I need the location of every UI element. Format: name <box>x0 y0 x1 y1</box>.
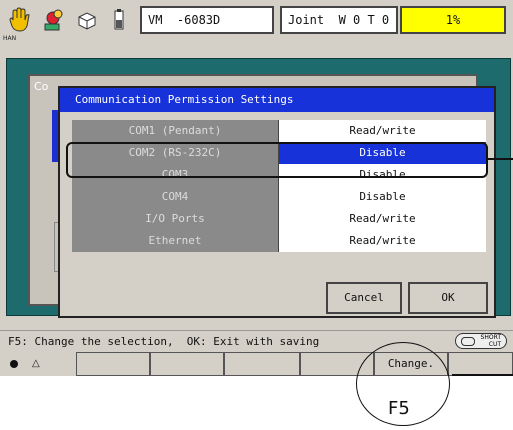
table-row[interactable]: COM4 Disable <box>72 186 486 208</box>
robot-arm-icon[interactable] <box>40 6 66 34</box>
table-row[interactable]: COM1 (Pendant) Read/write <box>72 120 486 142</box>
shortcut-button[interactable]: SHORT CUT <box>455 333 507 349</box>
f3-key[interactable] <box>224 352 300 376</box>
permission-value[interactable]: Read/write <box>278 230 486 252</box>
table-row[interactable]: I/O Ports Read/write <box>72 208 486 230</box>
pendant-screen: HAN VM -6083D Joint W 0 T 0 1% Co Commun… <box>0 0 513 376</box>
record-dot-icon <box>10 360 18 368</box>
callout-leader-line <box>452 374 513 376</box>
table-row[interactable]: Ethernet Read/write <box>72 230 486 252</box>
battery-icon[interactable] <box>106 6 132 34</box>
cancel-button[interactable]: Cancel <box>326 282 402 314</box>
annotation-leader-line <box>488 158 513 160</box>
f6-key[interactable] <box>448 352 513 376</box>
coordinate-system-field[interactable]: Joint W 0 T 0 <box>280 6 398 34</box>
port-name: COM1 (Pendant) <box>72 120 278 142</box>
communication-permission-dialog: Communication Permission Settings COM1 (… <box>58 86 496 318</box>
tool-icon[interactable] <box>74 6 100 34</box>
triangle-icon: △ <box>32 358 40 369</box>
status-message: F5: Change the selection, OK: Exit with … <box>0 330 513 352</box>
f5-callout-label: F5 <box>388 398 410 419</box>
permission-value[interactable]: Read/write <box>278 208 486 230</box>
background-window-title: Co <box>34 80 49 93</box>
f1-key[interactable] <box>76 352 150 376</box>
shortcut-icon <box>461 337 475 346</box>
robot-type-field: VM -6083D <box>140 6 274 34</box>
dialog-title: Communication Permission Settings <box>60 88 494 112</box>
port-name: COM4 <box>72 186 278 208</box>
f2-key[interactable] <box>150 352 224 376</box>
port-name: Ethernet <box>72 230 278 252</box>
permission-table: COM1 (Pendant) Read/write COM2 (RS-232C)… <box>72 120 486 252</box>
permission-value[interactable]: Read/write <box>278 120 486 142</box>
top-status-bar: HAN VM -6083D Joint W 0 T 0 1% <box>0 0 513 46</box>
hand-icon[interactable] <box>6 6 32 34</box>
ok-button[interactable]: OK <box>408 282 488 314</box>
permission-value[interactable]: Disable <box>278 186 486 208</box>
speed-field[interactable]: 1% <box>400 6 506 34</box>
selection-highlight-annotation <box>66 142 488 178</box>
han-label: HAN <box>3 35 17 42</box>
port-name: I/O Ports <box>72 208 278 230</box>
